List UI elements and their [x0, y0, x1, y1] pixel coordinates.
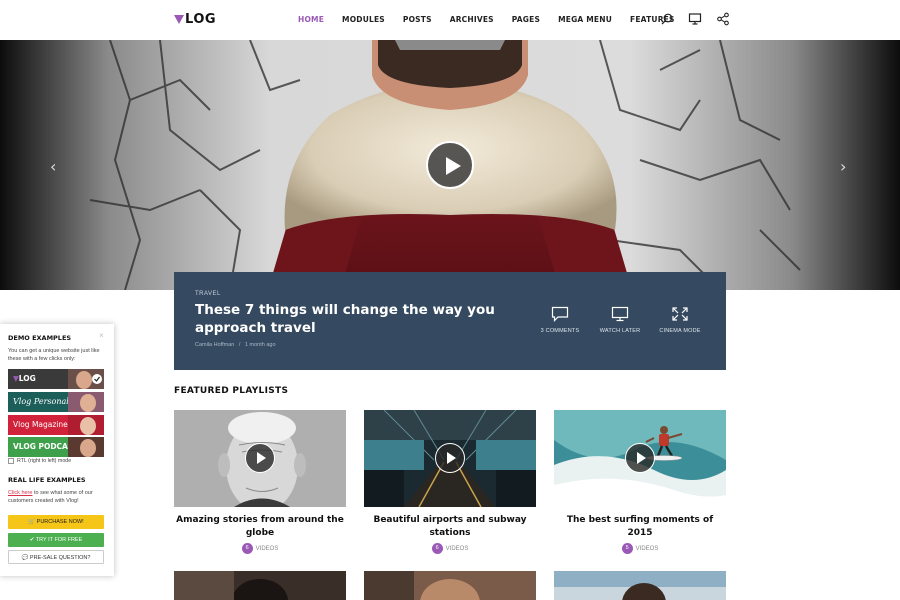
monitor-icon [611, 306, 629, 322]
demo-intro: You can get a unique website just like t… [8, 348, 100, 362]
hero-slider: ‹ › [0, 40, 900, 290]
logo-text: LOG [185, 12, 217, 27]
try-free-button[interactable]: ✔ TRY IT FOR FREE [8, 533, 104, 547]
real-life-title: REAL LIFE EXAMPLES [8, 476, 86, 484]
playlist-title[interactable]: Beautiful airports and subway stations [364, 514, 536, 540]
site-logo[interactable]: LOG [174, 12, 216, 27]
cinema-mode-label: CINEMA MODE [659, 328, 701, 334]
playlist-thumbnail[interactable] [364, 571, 536, 600]
main-nav: HOME MODULES POSTS ARCHIVES PAGES MEGA M… [298, 15, 693, 24]
playlist-card[interactable]: Beautiful airports and subway stations 6… [364, 410, 536, 554]
comment-icon [551, 306, 569, 322]
demo-tile-personal[interactable]: Vlog Personal [8, 392, 104, 412]
playlist-card[interactable]: The best surfing moments of 2015 5 VIDEO… [554, 410, 726, 554]
featured-playlists-heading: FEATURED PLAYLISTS [174, 386, 289, 396]
playlist-card[interactable]: Amazing stories from around the globe 6 … [174, 410, 346, 554]
nav-posts[interactable]: POSTS [403, 15, 432, 24]
videos-label: VIDEOS [635, 545, 659, 552]
play-button[interactable] [625, 443, 655, 473]
comments-label: 3 COMMENTS [540, 328, 580, 334]
demo-title: DEMO EXAMPLES [8, 334, 72, 342]
share-icon[interactable] [716, 12, 730, 26]
demo-name: ▼LOG [13, 374, 36, 383]
hero-play-button[interactable] [426, 141, 474, 189]
nav-mega-menu[interactable]: MEGA MENU [558, 15, 612, 24]
featured-post-card: TRAVEL These 7 things will change the wa… [174, 272, 726, 370]
logo-triangle-icon [174, 15, 184, 24]
demo-tile-podcast[interactable]: VLOG PODCAST [8, 437, 104, 457]
monitor-icon[interactable] [688, 12, 702, 26]
portrait-image [364, 571, 536, 600]
search-icon[interactable] [660, 12, 674, 26]
videos-label: VIDEOS [255, 545, 279, 552]
demo-face-image [68, 415, 104, 435]
post-date: 1 month ago [244, 342, 276, 348]
click-here-link[interactable]: Click here [8, 490, 32, 496]
nav-modules[interactable]: MODULES [342, 15, 385, 24]
playlist-thumbnail[interactable] [554, 410, 726, 507]
cinema-mode-action[interactable]: CINEMA MODE [650, 306, 710, 334]
demo-examples-panel: × DEMO EXAMPLES You can get a unique web… [0, 324, 114, 576]
watch-later-action[interactable]: WATCH LATER [590, 306, 650, 334]
header-icons [660, 12, 730, 26]
expand-icon [672, 307, 688, 321]
video-count-badge: 6 [241, 543, 253, 554]
purchase-button[interactable]: 🛒 PURCHASE NOW! [8, 515, 104, 529]
rtl-label: RTL (right to left) mode [17, 458, 72, 464]
demo-name: Vlog Personal [13, 397, 69, 406]
close-icon[interactable]: × [99, 331, 104, 340]
playlist-thumbnail[interactable] [364, 410, 536, 507]
post-author[interactable]: Camila Hoffman [195, 342, 234, 348]
rtl-toggle[interactable]: RTL (right to left) mode [8, 458, 71, 464]
site-header: LOG HOME MODULES POSTS ARCHIVES PAGES ME… [0, 0, 900, 40]
rtl-checkbox[interactable] [8, 458, 14, 464]
meta-separator: / [238, 342, 241, 348]
playlist-meta: 6 VIDEOS [364, 543, 536, 554]
demo-face-image [68, 437, 104, 457]
demo-face-image [68, 369, 104, 389]
demo-name: Vlog Magazine [13, 420, 68, 429]
video-count-badge: 5 [621, 543, 633, 554]
demo-tile-vlog[interactable]: ▼LOG [8, 369, 104, 389]
demo-face-image [68, 392, 104, 412]
post-title[interactable]: These 7 things will change the way you a… [195, 301, 525, 337]
real-life-text: Click here to see what some of our custo… [8, 490, 93, 504]
playlist-title[interactable]: Amazing stories from around the globe [174, 514, 346, 540]
play-button[interactable] [245, 443, 275, 473]
demo-tile-magazine[interactable]: Vlog Magazine [8, 415, 104, 435]
video-count-badge: 6 [431, 543, 443, 554]
nav-pages[interactable]: PAGES [512, 15, 540, 24]
play-button[interactable] [435, 443, 465, 473]
post-category[interactable]: TRAVEL [195, 291, 221, 297]
videos-label: VIDEOS [445, 545, 469, 552]
hero-prev-arrow[interactable]: ‹ [50, 157, 56, 176]
portrait-image [554, 571, 726, 600]
watch-later-label: WATCH LATER [599, 328, 641, 334]
pre-sale-question-button[interactable]: 💬 PRE-SALE QUESTION? [8, 550, 104, 564]
post-meta: Camila Hoffman / 1 month ago [195, 342, 276, 348]
post-actions: 3 COMMENTS WATCH LATER CINEMA MODE [530, 306, 710, 334]
nav-home[interactable]: HOME [298, 15, 324, 24]
nav-archives[interactable]: ARCHIVES [450, 15, 494, 24]
hero-next-arrow[interactable]: › [840, 157, 846, 176]
playlist-thumbnail[interactable] [174, 410, 346, 507]
playlist-meta: 5 VIDEOS [554, 543, 726, 554]
playlist-title[interactable]: The best surfing moments of 2015 [554, 514, 726, 540]
playlist-thumbnail[interactable] [554, 571, 726, 600]
comments-action[interactable]: 3 COMMENTS [530, 306, 590, 334]
playlist-thumbnail[interactable] [174, 571, 346, 600]
playlist-meta: 6 VIDEOS [174, 543, 346, 554]
portrait-image [174, 571, 346, 600]
